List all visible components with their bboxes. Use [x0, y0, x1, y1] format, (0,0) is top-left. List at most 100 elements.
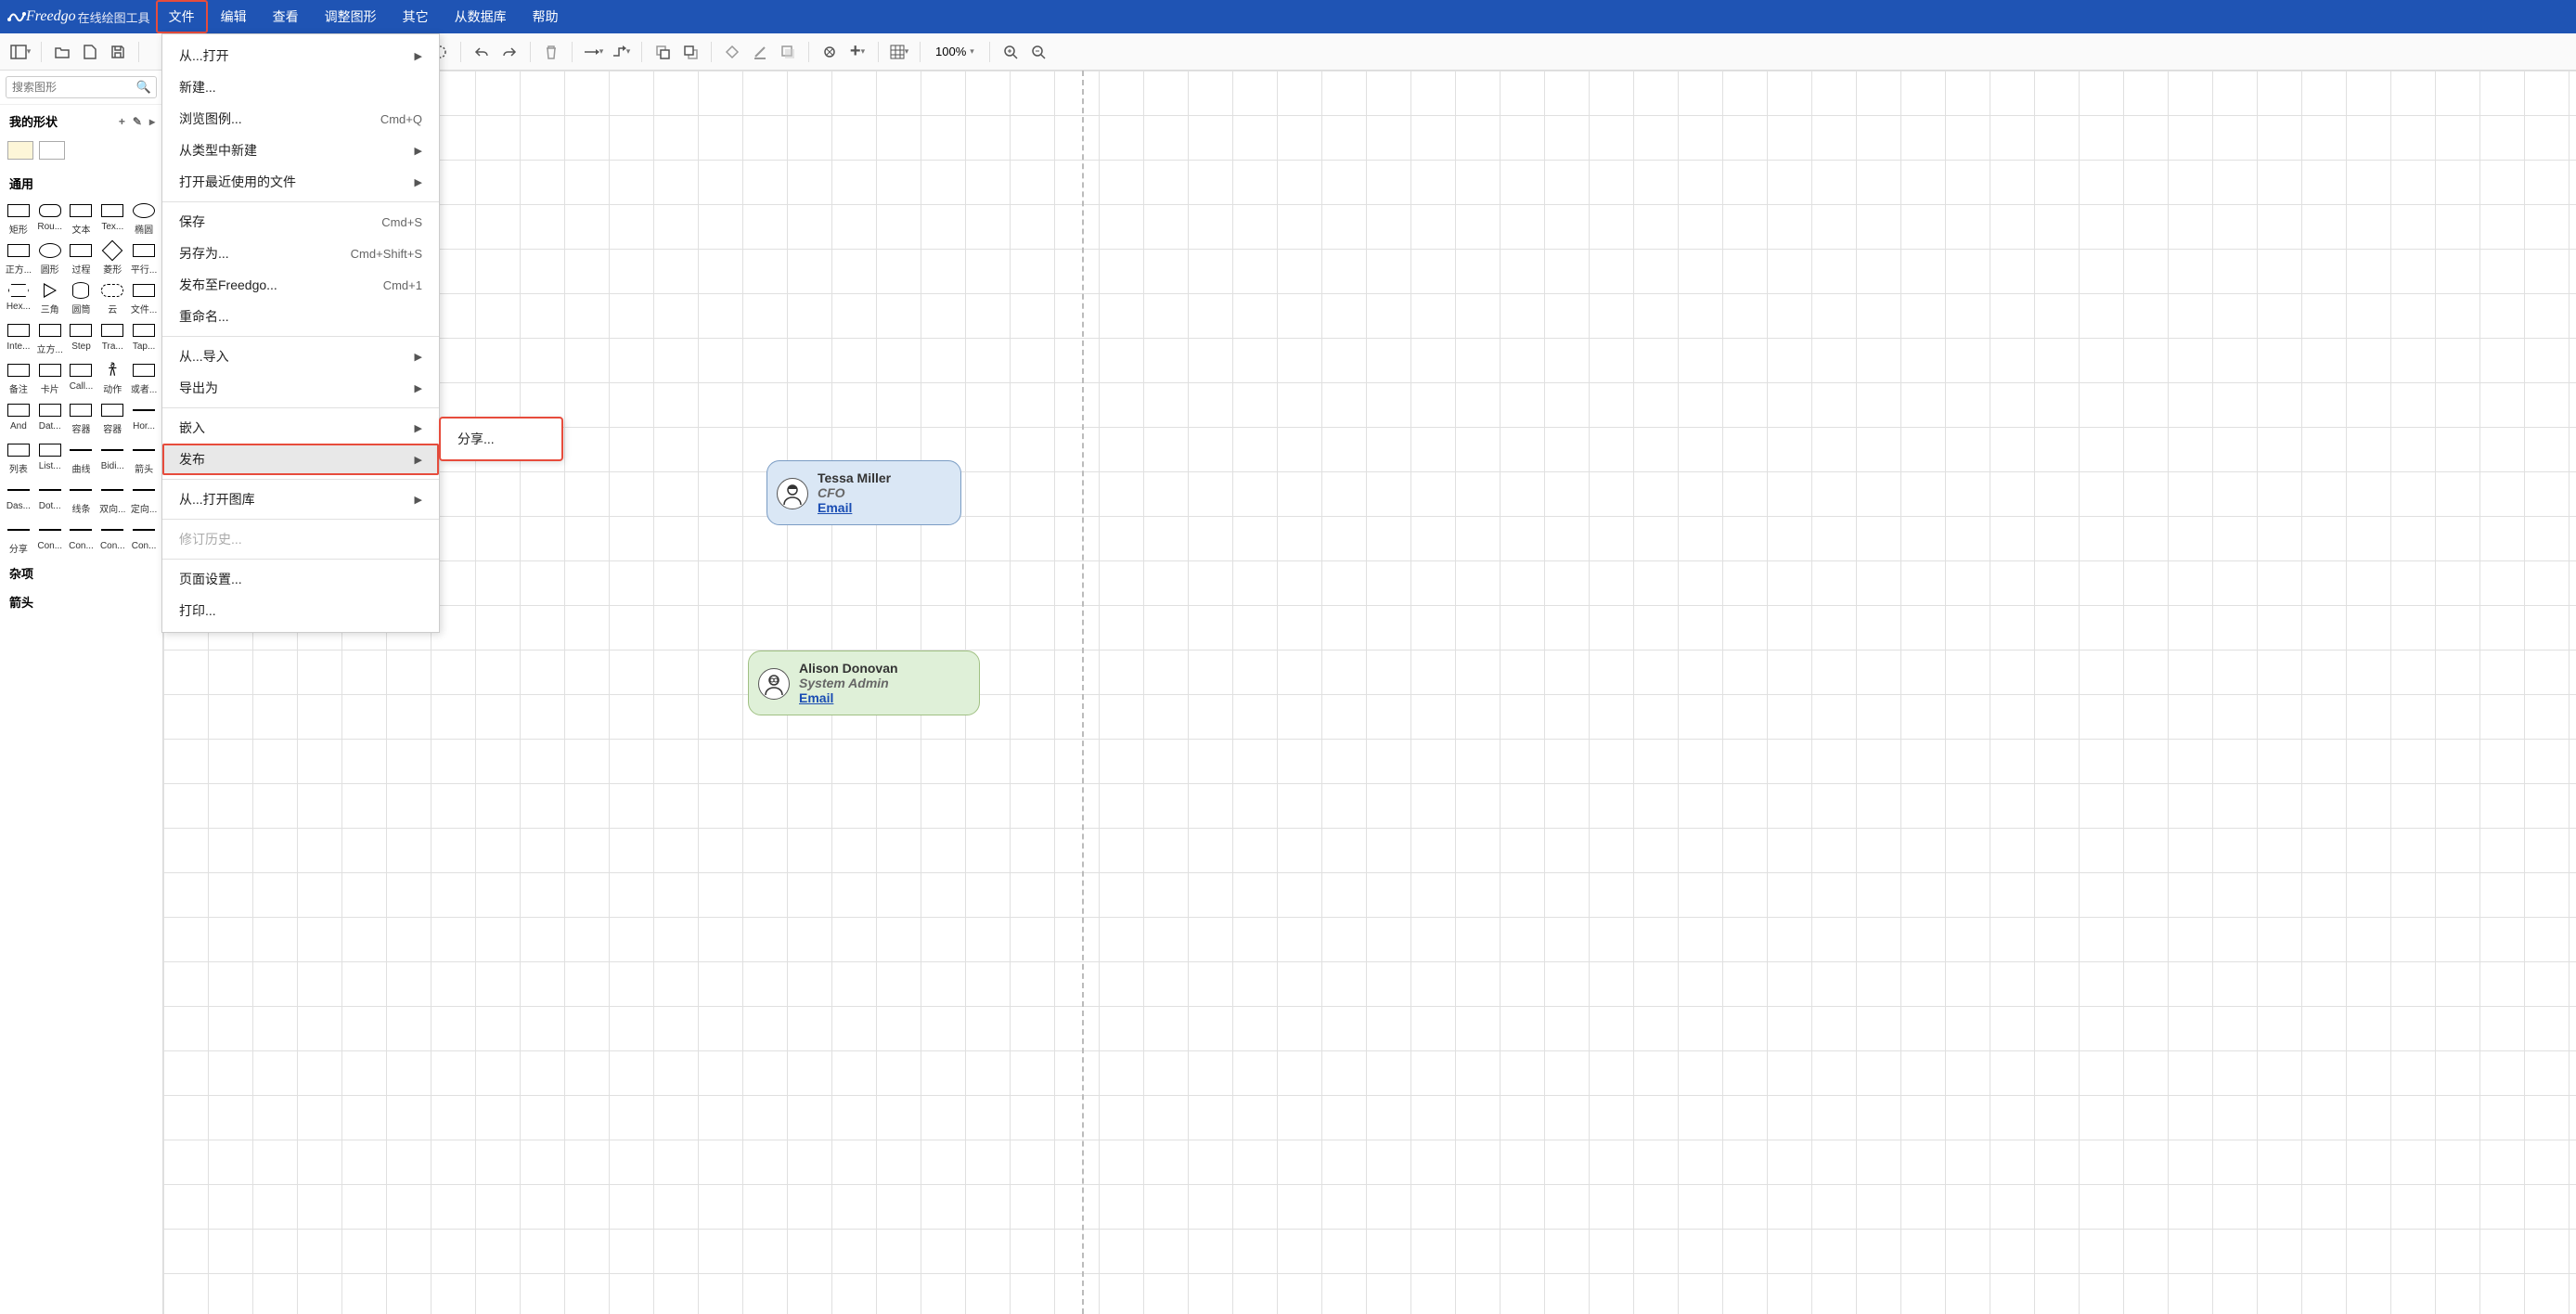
menu-file[interactable]: 文件: [156, 0, 208, 33]
fillcolor-button[interactable]: [719, 39, 745, 65]
shape-item[interactable]: 云: [97, 279, 127, 317]
shape-item[interactable]: Tra...: [97, 319, 127, 357]
shape-item[interactable]: Con...: [35, 519, 65, 557]
shape-item[interactable]: 容器: [97, 399, 127, 437]
file-menu-item[interactable]: 页面设置...: [162, 563, 439, 595]
file-menu-item[interactable]: 发布▶: [162, 444, 439, 475]
file-menu-item[interactable]: 打印...: [162, 595, 439, 626]
shape-item[interactable]: 平行...: [129, 239, 159, 277]
shape-item[interactable]: Bidi...: [97, 439, 127, 477]
delete-button[interactable]: [538, 39, 564, 65]
edge-style-button[interactable]: ▾: [580, 39, 606, 65]
open-button[interactable]: [49, 39, 75, 65]
file-menu-item[interactable]: 从类型中新建▶: [162, 135, 439, 166]
shadow-button[interactable]: [775, 39, 801, 65]
zoom-level[interactable]: 100%▾: [928, 45, 982, 58]
shape-item[interactable]: 箭头: [129, 439, 159, 477]
category-misc[interactable]: 杂项: [0, 559, 162, 587]
share-item[interactable]: 分享...: [441, 422, 561, 456]
shape-item[interactable]: Das...: [4, 479, 33, 517]
shape-item[interactable]: 卡片: [35, 359, 65, 397]
file-menu-item[interactable]: 从...打开▶: [162, 40, 439, 71]
menu-edit[interactable]: 编辑: [208, 0, 260, 33]
shape-item[interactable]: 矩形: [4, 200, 33, 238]
edit-shape-icon[interactable]: ✎: [133, 115, 142, 128]
toback-button[interactable]: [677, 39, 703, 65]
file-menu-item[interactable]: 嵌入▶: [162, 412, 439, 444]
thumb-1[interactable]: [7, 141, 33, 160]
shape-item[interactable]: 圆筒: [67, 279, 97, 317]
shape-item[interactable]: 线条: [67, 479, 97, 517]
shape-item[interactable]: Hex...: [4, 279, 33, 317]
add-shape-icon[interactable]: +: [119, 115, 125, 128]
table-button[interactable]: ▾: [886, 39, 912, 65]
shape-item[interactable]: Hor...: [129, 399, 159, 437]
shape-item[interactable]: 菱形: [97, 239, 127, 277]
file-menu-item[interactable]: 保存Cmd+S: [162, 206, 439, 238]
save-button[interactable]: [105, 39, 131, 65]
menu-arrange[interactable]: 调整图形: [312, 0, 390, 33]
expand-icon[interactable]: ▸: [149, 115, 155, 128]
menu-database[interactable]: 从数据库: [442, 0, 520, 33]
shape-item[interactable]: Step: [67, 319, 97, 357]
zoomout-button[interactable]: [1025, 39, 1051, 65]
file-menu-item[interactable]: 另存为...Cmd+Shift+S: [162, 238, 439, 269]
insert-button[interactable]: +▾: [844, 39, 870, 65]
canvas[interactable]: Tessa Miller CFO Email Alison Donovan Sy…: [163, 71, 2576, 1314]
file-menu-item[interactable]: 发布至Freedgo...Cmd+1: [162, 269, 439, 301]
org-card-alison[interactable]: Alison Donovan System Admin Email: [748, 651, 980, 715]
shape-item[interactable]: 椭圆: [129, 200, 159, 238]
card-email-link[interactable]: Email: [799, 690, 833, 705]
connection-button[interactable]: [817, 39, 843, 65]
shape-item[interactable]: 立方...: [35, 319, 65, 357]
menu-extras[interactable]: 其它: [390, 0, 442, 33]
view-mode-button[interactable]: ▾: [7, 39, 33, 65]
shape-item[interactable]: And: [4, 399, 33, 437]
menu-view[interactable]: 查看: [260, 0, 312, 33]
shape-item[interactable]: Inte...: [4, 319, 33, 357]
org-card-tessa[interactable]: Tessa Miller CFO Email: [766, 460, 961, 525]
shape-item[interactable]: 过程: [67, 239, 97, 277]
shape-item[interactable]: Con...: [129, 519, 159, 557]
shape-item[interactable]: Con...: [97, 519, 127, 557]
search-input[interactable]: [6, 76, 157, 98]
redo-button[interactable]: [496, 39, 522, 65]
shape-item[interactable]: 或者...: [129, 359, 159, 397]
shape-item[interactable]: 文件...: [129, 279, 159, 317]
shape-item[interactable]: 分享: [4, 519, 33, 557]
shape-item[interactable]: Rou...: [35, 200, 65, 238]
undo-button[interactable]: [469, 39, 495, 65]
file-menu-item[interactable]: 重命名...: [162, 301, 439, 332]
linecolor-button[interactable]: [747, 39, 773, 65]
shape-item[interactable]: 曲线: [67, 439, 97, 477]
shape-item[interactable]: Call...: [67, 359, 97, 397]
category-arrows[interactable]: 箭头: [0, 587, 162, 616]
shape-item[interactable]: 列表: [4, 439, 33, 477]
shape-item[interactable]: Dat...: [35, 399, 65, 437]
thumb-2[interactable]: [39, 141, 65, 160]
shape-item[interactable]: 正方...: [4, 239, 33, 277]
category-general[interactable]: 通用: [0, 169, 162, 198]
file-menu-item[interactable]: 导出为▶: [162, 372, 439, 404]
shape-item[interactable]: Tap...: [129, 319, 159, 357]
shape-item[interactable]: 文本: [67, 200, 97, 238]
shape-item[interactable]: Dot...: [35, 479, 65, 517]
zoomin-button[interactable]: [998, 39, 1024, 65]
shape-item[interactable]: Tex...: [97, 200, 127, 238]
file-menu-item[interactable]: 从...导入▶: [162, 341, 439, 372]
tofront-button[interactable]: [650, 39, 676, 65]
shape-item[interactable]: Con...: [67, 519, 97, 557]
menu-help[interactable]: 帮助: [520, 0, 572, 33]
shape-item[interactable]: 𐀪动作: [97, 359, 127, 397]
card-email-link[interactable]: Email: [818, 500, 852, 515]
shape-item[interactable]: 三角: [35, 279, 65, 317]
file-menu-item[interactable]: 新建...: [162, 71, 439, 103]
shape-item[interactable]: 双向...: [97, 479, 127, 517]
shape-item[interactable]: 备注: [4, 359, 33, 397]
waypoint-button[interactable]: ▾: [608, 39, 634, 65]
shape-item[interactable]: List...: [35, 439, 65, 477]
shape-item[interactable]: 定向...: [129, 479, 159, 517]
file-menu-item[interactable]: 打开最近使用的文件▶: [162, 166, 439, 198]
file-menu-item[interactable]: 浏览图例...Cmd+Q: [162, 103, 439, 135]
shape-item[interactable]: 圆形: [35, 239, 65, 277]
